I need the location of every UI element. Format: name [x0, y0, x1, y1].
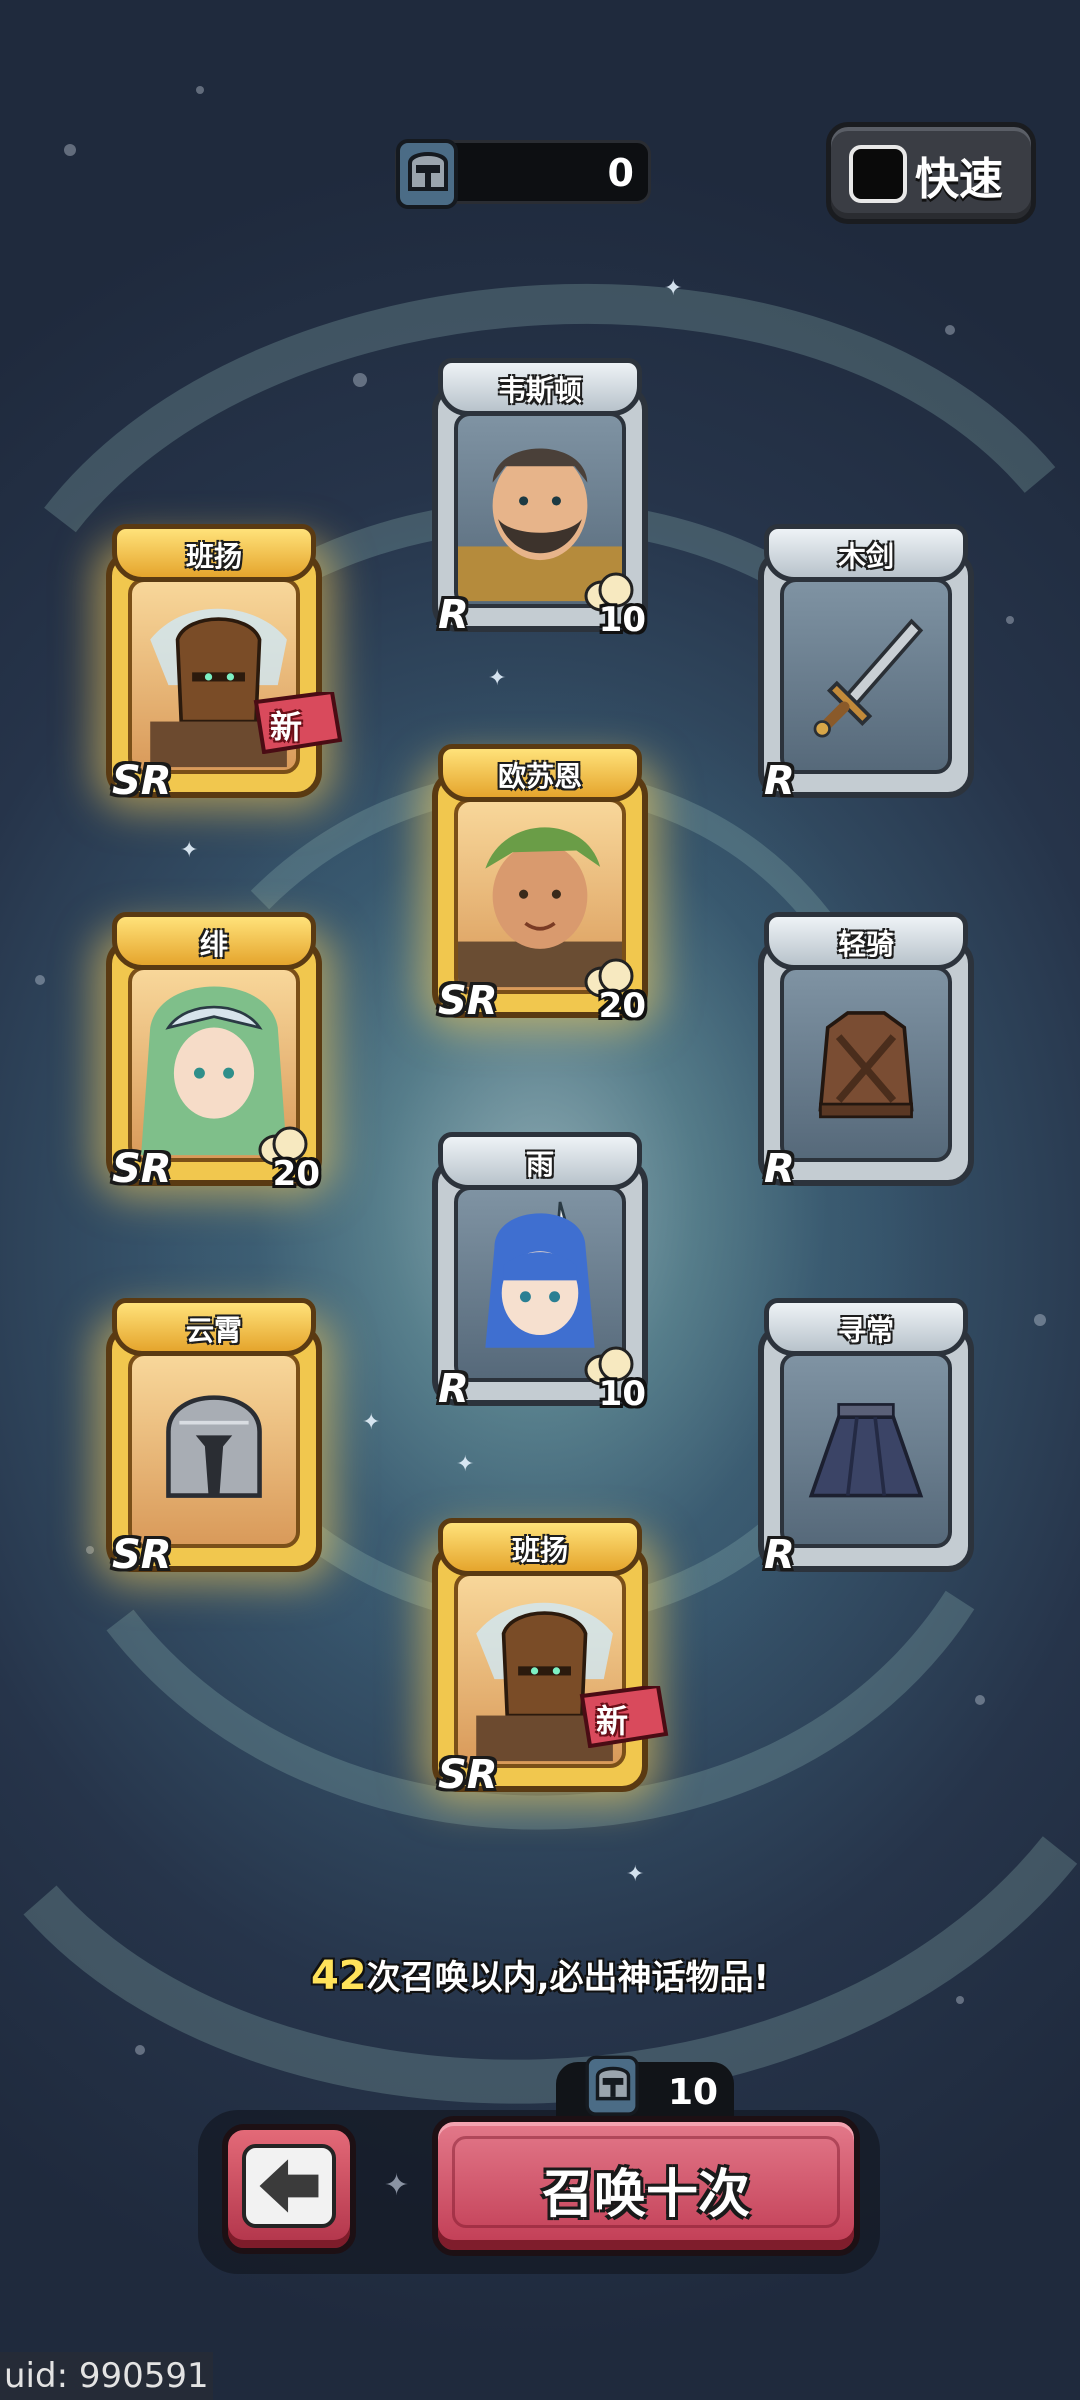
new-badge: 新: [252, 692, 344, 754]
back-button[interactable]: [222, 2124, 356, 2254]
card-name-banner: 班扬: [112, 524, 316, 582]
new-badge: 新: [578, 1686, 670, 1748]
rarity-label: R: [764, 758, 795, 804]
quantity-label: 20: [272, 1154, 320, 1194]
rarity-label: SR: [438, 1752, 498, 1798]
quantity-label: 10: [598, 600, 646, 640]
reward-card[interactable]: 绯 SR 20: [98, 898, 330, 1194]
leather-armor-icon: [818, 1011, 914, 1119]
card-name-banner: 轻骑: [764, 912, 968, 970]
rarity-label: SR: [438, 978, 498, 1024]
cloth-skirt-icon: [808, 1403, 924, 1498]
helmet-ticket-icon: [585, 2055, 639, 2116]
pity-notice: 42次召唤以内,必出神话物品!: [0, 1950, 1080, 1999]
quantity-label: 10: [598, 1374, 646, 1414]
new-badge-label: 新: [270, 708, 303, 746]
reward-card[interactable]: 寻常 R: [750, 1284, 982, 1580]
card-name-banner: 云霄: [112, 1298, 316, 1356]
wooden-sword-icon: [813, 618, 924, 738]
quantity-label: 20: [598, 986, 646, 1026]
pity-text: 次召唤以内,必出神话物品!: [366, 1958, 770, 1998]
helmet-ticket-icon: [396, 139, 458, 209]
card-name-banner: 绯: [112, 912, 316, 970]
reward-card[interactable]: 班扬 新 SR: [424, 1504, 669, 1800]
rarity-label: SR: [112, 1532, 172, 1578]
sparkle: ✦: [362, 1410, 381, 1435]
card-name-banner: 寻常: [764, 1298, 968, 1356]
steel-helmet-icon: [166, 1395, 262, 1498]
card-name-banner: 班扬: [438, 1518, 642, 1576]
separator-diamond-icon: ✦: [384, 2168, 410, 2203]
reward-card[interactable]: 班扬 新 SR: [98, 510, 343, 806]
fast-label: 快速: [915, 154, 1003, 205]
currency-count: 0: [607, 151, 634, 195]
card-name-banner: 木剑: [764, 524, 968, 582]
rarity-label: R: [438, 1366, 469, 1412]
reward-card[interactable]: 韦斯顿 R 10: [424, 344, 656, 640]
new-badge-label: 新: [596, 1702, 629, 1740]
sparkle: ✦: [488, 666, 507, 691]
pity-count: 42: [310, 1953, 367, 1999]
sparkle: ✦: [626, 1862, 645, 1887]
fast-checkbox[interactable]: [849, 145, 907, 203]
reward-card[interactable]: 云霄 SR: [98, 1284, 330, 1580]
rarity-label: R: [764, 1532, 795, 1578]
rarity-label: R: [764, 1146, 795, 1192]
card-name-banner: 欧苏恩: [438, 744, 642, 802]
sparkle: ✦: [664, 276, 683, 301]
fast-toggle[interactable]: 快速: [826, 122, 1036, 224]
card-name-banner: 韦斯顿: [438, 358, 642, 416]
back-arrow-icon: [259, 2159, 319, 2213]
sparkle: ✦: [456, 1452, 475, 1477]
reward-card[interactable]: 欧苏恩 SR 20: [424, 730, 656, 1026]
summon-ten-button[interactable]: 召唤十次: [432, 2116, 860, 2256]
rarity-label: SR: [112, 758, 172, 804]
rarity-label: R: [438, 592, 469, 638]
reward-card[interactable]: 轻骑 R: [750, 898, 982, 1194]
reward-card[interactable]: 雨 R 10: [424, 1118, 656, 1414]
currency-counter: 0: [395, 139, 651, 209]
summon-cost-value: 10: [668, 2072, 719, 2113]
reward-card[interactable]: 木剑 R: [750, 510, 982, 806]
summon-ten-label: 召唤十次: [541, 2165, 750, 2225]
uid-label: uid: 990591: [0, 2352, 213, 2400]
card-name-banner: 雨: [438, 1132, 642, 1190]
summon-cost: 10: [556, 2055, 734, 2122]
sparkle: ✦: [180, 838, 199, 863]
rarity-label: SR: [112, 1146, 172, 1192]
